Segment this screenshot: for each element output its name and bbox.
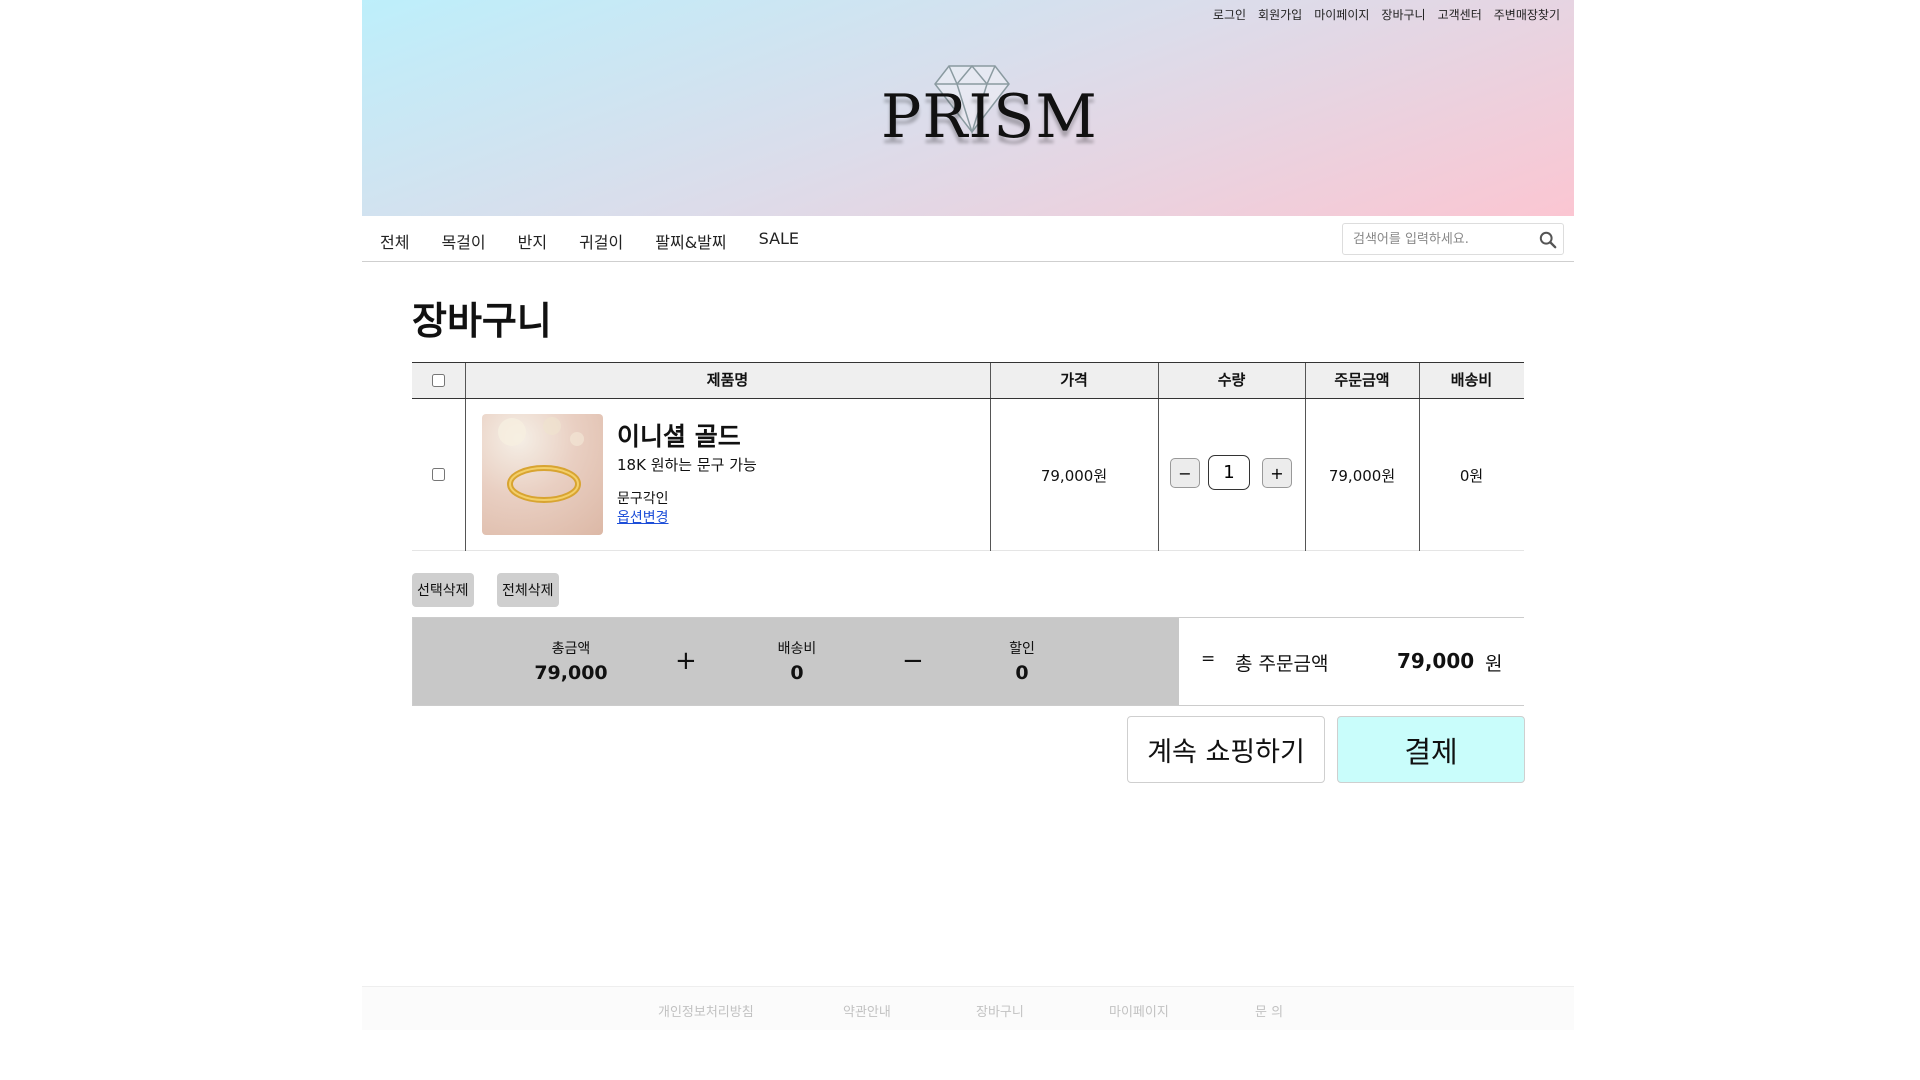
column-divider	[1419, 363, 1420, 398]
nav-item-earring[interactable]: 귀걸이	[579, 229, 623, 253]
footer: 개인정보처리방침 약관안내 장바구니 마이페이지 문 의	[362, 986, 1574, 1030]
table-header: 제품명 가격 수량 주문금액 배송비	[412, 362, 1524, 399]
summary-total: 총금액 79,000	[516, 638, 626, 684]
equals-sign: =	[1201, 649, 1216, 669]
summary-discount-label: 할인	[1009, 641, 1035, 657]
pay-button[interactable]: 결제	[1337, 716, 1525, 783]
customer-center-link[interactable]: 고객센터	[1438, 6, 1482, 23]
summary-total-value: 79,000	[534, 662, 608, 684]
currency-unit: 원	[1485, 653, 1503, 675]
order-summary: 총금액 79,000 + 배송비 0 − 할인 0 = 총 주문금액 79,00…	[412, 617, 1524, 706]
main-nav: 전체 목걸이 반지 귀걸이 팔찌&발찌 SALE	[362, 216, 1574, 262]
nav-item-bracelet[interactable]: 팔찌&발찌	[655, 229, 726, 253]
search-input[interactable]	[1343, 224, 1533, 254]
item-shipping-fee: 0원	[1459, 467, 1484, 485]
nav-item-ring[interactable]: 반지	[518, 229, 547, 253]
footer-link-contact[interactable]: 문 의	[1255, 1001, 1283, 1020]
column-header-quantity: 수량	[1217, 371, 1246, 389]
summary-grand-total: = 총 주문금액 79,000 원	[1179, 618, 1524, 705]
quantity-decrease-button[interactable]: −	[1170, 458, 1200, 488]
column-header-price: 가격	[1060, 371, 1088, 389]
ring-image	[498, 417, 584, 503]
item-order-amount: 79,000원	[1328, 467, 1396, 485]
product-description: 18K 원하는 문구 가능	[617, 456, 757, 474]
logo-text: PRISM	[881, 82, 1098, 152]
search-box	[1342, 223, 1564, 255]
store-finder-link[interactable]: 주변매장찾기	[1494, 6, 1560, 23]
column-divider	[1158, 363, 1159, 398]
nav-item-necklace[interactable]: 목걸이	[441, 229, 485, 253]
item-price: 79,000원	[1040, 467, 1108, 485]
product-option: 문구각인	[617, 491, 669, 507]
minus-sign: −	[902, 646, 924, 676]
quantity-increase-button[interactable]: +	[1262, 458, 1292, 488]
summary-discount: 할인 0	[967, 638, 1077, 684]
column-divider	[1158, 399, 1159, 551]
footer-link-terms[interactable]: 약관안내	[843, 1001, 891, 1020]
delete-all-button[interactable]: 전체삭제	[497, 573, 559, 607]
column-divider	[990, 363, 991, 398]
login-link[interactable]: 로그인	[1213, 6, 1246, 23]
logo[interactable]: PRISM	[877, 58, 1097, 158]
summary-total-label: 총금액	[551, 641, 591, 657]
search-icon[interactable]	[1539, 231, 1557, 249]
grand-total-label: 총 주문금액	[1235, 653, 1329, 675]
footer-link-privacy[interactable]: 개인정보처리방침	[658, 1001, 754, 1020]
continue-shopping-button[interactable]: 계속 쇼핑하기	[1127, 716, 1325, 783]
category-menu: 전체 목걸이 반지 귀걸이 팔찌&발찌 SALE	[380, 229, 831, 253]
footer-link-mypage[interactable]: 마이페이지	[1109, 1001, 1169, 1020]
column-divider	[465, 399, 466, 551]
cart-link[interactable]: 장바구니	[1381, 6, 1425, 23]
summary-shipping: 배송비 0	[742, 638, 852, 684]
top-links: 로그인 회원가입 마이페이지 장바구니 고객센터 주변매장찾기	[1213, 6, 1560, 23]
nav-item-sale[interactable]: SALE	[759, 229, 799, 253]
column-divider	[465, 363, 466, 398]
plus-sign: +	[675, 646, 697, 676]
column-divider	[1305, 363, 1306, 398]
mypage-link[interactable]: 마이페이지	[1314, 6, 1369, 23]
summary-discount-value: 0	[1015, 662, 1029, 684]
summary-shipping-label: 배송비	[777, 641, 817, 657]
summary-shipping-value: 0	[790, 662, 804, 684]
cart-table: 제품명 가격 수량 주문금액 배송비 이니셜 골드 18K 원하는 문구 가능 …	[412, 362, 1524, 551]
header-banner: 로그인 회원가입 마이페이지 장바구니 고객센터 주변매장찾기 PRISM	[362, 0, 1574, 216]
footer-link-cart[interactable]: 장바구니	[976, 1001, 1024, 1020]
column-header-shipping: 배송비	[1450, 371, 1493, 389]
quantity-input[interactable]	[1208, 455, 1250, 490]
delete-selected-button[interactable]: 선택삭제	[412, 573, 474, 607]
option-change-link[interactable]: 옵션변경	[617, 507, 669, 527]
signup-link[interactable]: 회원가입	[1258, 6, 1302, 23]
item-checkbox[interactable]	[432, 468, 445, 481]
product-name[interactable]: 이니셜 골드	[617, 417, 741, 453]
column-header-order-amount: 주문금액	[1334, 371, 1390, 389]
select-all-checkbox[interactable]	[432, 374, 445, 387]
nav-item-all[interactable]: 전체	[380, 229, 409, 253]
product-image[interactable]	[482, 414, 603, 535]
table-row: 이니셜 골드 18K 원하는 문구 가능 문구각인 옵션변경 79,000원 −…	[412, 399, 1524, 551]
grand-total-value: 79,000	[1397, 649, 1475, 673]
column-header-product: 제품명	[706, 371, 749, 389]
summary-breakdown: 총금액 79,000 + 배송비 0 − 할인 0	[413, 618, 1179, 705]
page-title: 장바구니	[412, 299, 552, 343]
